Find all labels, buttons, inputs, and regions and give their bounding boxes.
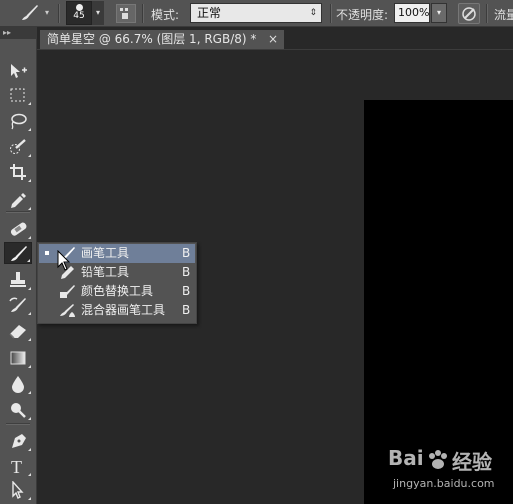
divider xyxy=(486,4,488,23)
pen-icon xyxy=(12,434,26,448)
crop-icon xyxy=(10,164,26,180)
flyout-item-label: 铅笔工具 xyxy=(81,265,130,279)
move-tool[interactable] xyxy=(4,60,32,82)
mouse-cursor-icon xyxy=(57,250,71,271)
close-icon[interactable]: × xyxy=(268,30,278,49)
watermark-logo-left: Bai xyxy=(388,446,424,470)
brush-size-picker[interactable]: 45 xyxy=(66,1,92,25)
shortcut-key: B xyxy=(182,246,191,260)
gradient-icon xyxy=(10,351,26,365)
blur-tool[interactable] xyxy=(4,373,32,395)
tools-collapse-handle[interactable]: ▸▸ xyxy=(0,27,37,39)
lasso-tool[interactable] xyxy=(4,110,32,132)
shortcut-key: B xyxy=(182,265,191,279)
history-brush-icon xyxy=(9,297,26,312)
dodge-icon xyxy=(11,403,26,418)
tab-divider xyxy=(37,49,513,50)
history-brush-tool[interactable] xyxy=(4,294,32,316)
shortcut-key: B xyxy=(182,284,191,298)
brush-size-value: 45 xyxy=(73,11,85,21)
dodge-tool[interactable] xyxy=(4,399,32,421)
lasso-icon xyxy=(11,113,27,130)
move-icon xyxy=(11,64,27,78)
pressure-pen-icon xyxy=(462,7,476,21)
eyedropper-icon xyxy=(11,193,26,208)
flyout-item-color-replacement[interactable]: 颜色替换工具 B xyxy=(39,282,195,301)
canvas[interactable] xyxy=(364,100,513,504)
flyout-item-label: 混合器画笔工具 xyxy=(81,303,166,317)
brush-tool-preset-icon[interactable] xyxy=(18,3,40,23)
type-glyph: T xyxy=(11,457,22,475)
brush-tool[interactable] xyxy=(4,242,32,264)
eraser-tool[interactable] xyxy=(4,320,32,342)
mode-value: 正常 xyxy=(197,6,222,20)
tools-panel: ▸▸ T xyxy=(0,27,37,504)
rectangular-marquee-tool[interactable] xyxy=(4,84,32,106)
divider xyxy=(142,4,144,23)
crop-tool[interactable] xyxy=(4,161,32,183)
drop-icon xyxy=(12,376,24,393)
flyout-item-label: 颜色替换工具 xyxy=(81,284,154,298)
document-title: 简单星空 @ 66.7% (图层 1, RGB/8) * xyxy=(47,32,257,46)
paw-icon xyxy=(429,450,447,469)
mode-label: 模式: xyxy=(151,8,180,22)
opacity-input[interactable]: 100% xyxy=(394,3,430,23)
quick-selection-icon xyxy=(10,139,26,154)
chevron-down-icon[interactable]: ▾ xyxy=(45,8,49,17)
stamp-icon xyxy=(10,272,26,287)
path-selection-tool[interactable] xyxy=(4,479,32,501)
document-tab[interactable]: 简单星空 @ 66.7% (图层 1, RGB/8) * × xyxy=(40,30,284,49)
brush-icon xyxy=(11,246,27,261)
shortcut-key: B xyxy=(182,303,191,317)
updown-arrow-icon: ⇕ xyxy=(309,8,317,18)
watermark-url: jingyan.baidu.com xyxy=(393,477,495,490)
gradient-tool[interactable] xyxy=(4,347,32,369)
baidu-jingyan-watermark: Bai 经验 jingyan.baidu.com xyxy=(388,446,510,494)
divider xyxy=(6,423,30,425)
pen-tool[interactable] xyxy=(4,430,32,452)
type-tool[interactable]: T xyxy=(4,455,32,477)
divider xyxy=(330,4,332,23)
divider xyxy=(6,211,30,213)
brush-panel-toggle-button[interactable] xyxy=(116,4,136,23)
mixer-brush-icon xyxy=(60,304,75,317)
quick-selection-tool[interactable] xyxy=(4,136,32,158)
flow-label: 流量 xyxy=(494,8,513,22)
type-icon: T xyxy=(11,457,22,475)
flyout-item-mixer-brush[interactable]: 混合器画笔工具 B xyxy=(39,301,195,320)
brush-picker-dropdown[interactable]: ▾ xyxy=(92,1,104,25)
opacity-dropdown-button[interactable]: ▾ xyxy=(431,3,447,23)
eyedropper-tool[interactable] xyxy=(4,189,32,211)
spot-healing-brush-tool[interactable] xyxy=(4,218,32,240)
brush-panel-icon xyxy=(120,8,128,19)
arrow-pointer-icon xyxy=(12,481,24,499)
clone-stamp-tool[interactable] xyxy=(4,269,32,291)
color-replacement-icon xyxy=(60,285,75,298)
marquee-icon xyxy=(10,88,25,102)
selected-indicator-icon xyxy=(45,251,49,255)
bandage-icon xyxy=(10,222,27,236)
flyout-item-label: 画笔工具 xyxy=(81,246,130,260)
opacity-label: 不透明度: xyxy=(336,8,389,22)
divider xyxy=(58,4,60,23)
eraser-icon xyxy=(9,325,26,339)
options-bar: ▾ 45 ▾ 模式: 正常 ⇕ 不透明度: 100% ▾ 流量 xyxy=(0,0,513,27)
mode-select[interactable]: 正常 ⇕ xyxy=(190,3,322,23)
brush-dot-icon xyxy=(75,4,83,11)
pressure-opacity-button[interactable] xyxy=(458,3,480,24)
watermark-logo-right: 经验 xyxy=(452,450,492,474)
